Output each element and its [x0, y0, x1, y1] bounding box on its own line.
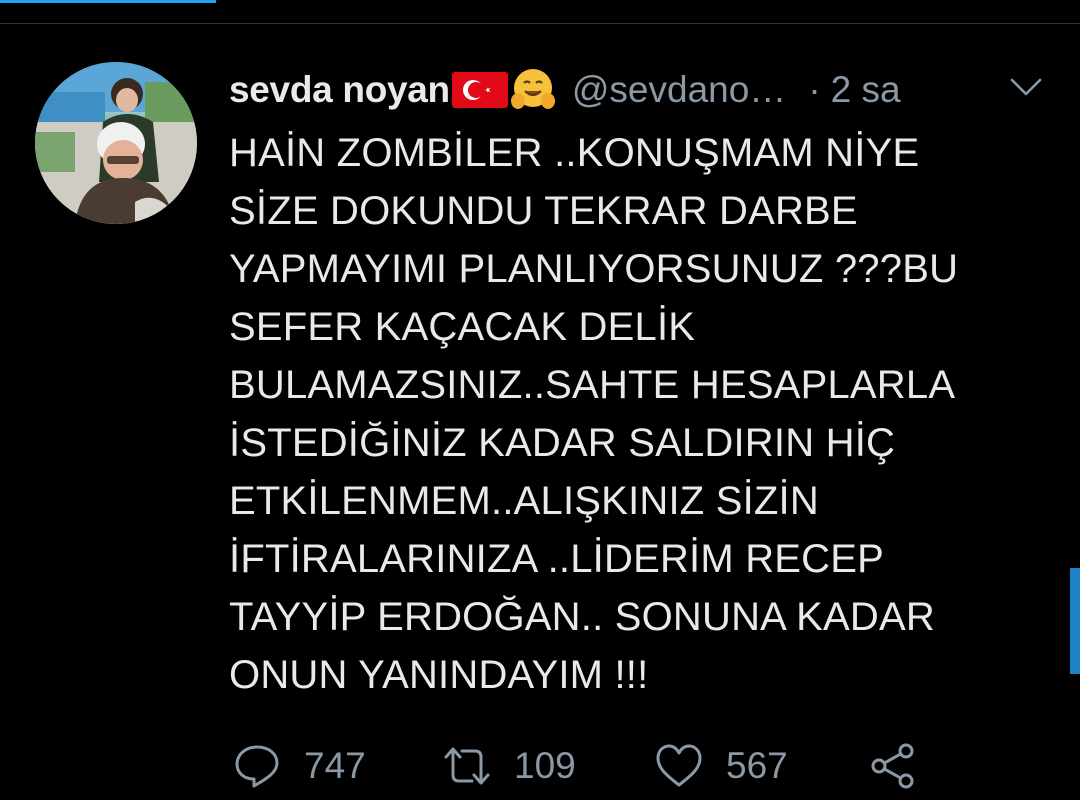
tweet-screen: sevda noyan @sevdano… · 2 sa HAİN ZOMBİL… [0, 0, 1080, 800]
reply-button[interactable]: 747 [232, 738, 442, 794]
turkey-flag-icon [451, 72, 508, 108]
hugging-face-icon [510, 67, 556, 113]
heart-icon [654, 741, 704, 791]
tweet-text-line: ETKİLENMEM..ALIŞKINIZ SİZİN [229, 479, 819, 523]
tweet-text-line: YAPMAYIMI PLANLIYORSUNUZ ???BU [229, 247, 959, 291]
user-handle[interactable]: @sevdano… [572, 69, 786, 111]
retweet-count: 109 [514, 745, 576, 786]
like-count: 567 [726, 745, 788, 786]
share-button[interactable] [868, 738, 918, 794]
tweet-text-line: SİZE DOKUNDU TEKRAR DARBE [229, 189, 858, 233]
scrollbar[interactable] [1070, 568, 1080, 674]
reply-count: 747 [304, 745, 366, 786]
avatar[interactable] [35, 62, 197, 224]
separator-dot: · [808, 69, 821, 110]
tweet-text-line: SEFER KAÇACAK DELİK [229, 305, 696, 349]
tweet-text-line: ONUN YANINDAYIM !!! [229, 653, 649, 697]
tab-indicator [0, 0, 216, 3]
tweet-text-line: İFTİRALARINIZA ..LİDERİM RECEP [229, 537, 885, 581]
avatar-photo [35, 62, 197, 224]
tweet-text-line: TAYYİP ERDOĞAN.. SONUNA KADAR [229, 595, 935, 639]
reply-icon [232, 741, 282, 791]
tweet-header: sevda noyan @sevdano… · 2 sa [229, 66, 1050, 114]
display-name[interactable]: sevda noyan [229, 69, 450, 111]
timestamp[interactable]: 2 sa [831, 69, 901, 111]
retweet-button[interactable]: 109 [442, 738, 654, 794]
share-icon [868, 741, 918, 791]
header-divider [0, 23, 1080, 24]
tweet-text-line: BULAMAZSINIZ..SAHTE HESAPLARLA [229, 363, 956, 407]
retweet-icon [442, 741, 492, 791]
tweet-actions: 747 109 567 [232, 738, 952, 794]
tweet-text: HAİN ZOMBİLER ..KONUŞMAM NİYE SİZE DOKUN… [229, 124, 1029, 704]
chevron-down-icon[interactable] [1006, 70, 1046, 102]
like-button[interactable]: 567 [654, 738, 868, 794]
tweet-text-line: HAİN ZOMBİLER ..KONUŞMAM NİYE [229, 131, 920, 175]
tweet-text-line: İSTEDİĞİNİZ KADAR SALDIRIN HİÇ [229, 421, 896, 465]
